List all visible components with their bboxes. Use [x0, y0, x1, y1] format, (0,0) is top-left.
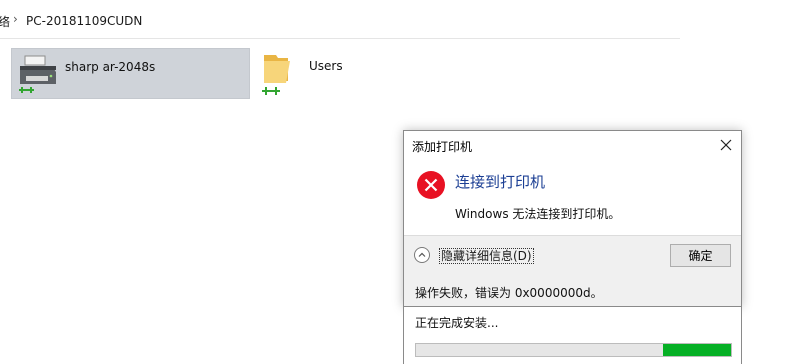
progress-bar: [415, 343, 732, 357]
error-detail-panel: 操作失败，错误为 0x0000000d。: [404, 276, 741, 306]
hide-details-label[interactable]: 隐藏详细信息(D): [439, 248, 534, 264]
network-item-printer[interactable]: sharp ar-2048s: [11, 48, 250, 99]
add-printer-dialog: 添加打印机 连接到打印机 Windows 无法连接到打印机。 隐藏详细信息(D)…: [403, 130, 742, 307]
network-item-users[interactable]: Users: [256, 48, 396, 99]
chevron-up-icon[interactable]: [414, 247, 430, 263]
printer-name: sharp ar-2048s: [65, 60, 156, 74]
address-bar[interactable]: 络 › PC-20181109CUDN: [0, 0, 680, 39]
install-progress-panel: 正在完成安装...: [403, 307, 742, 364]
printer-icon: [19, 55, 56, 93]
breadcrumb-chevron-icon[interactable]: ›: [13, 12, 18, 26]
dialog-message: Windows 无法连接到打印机。: [455, 207, 621, 221]
ok-button[interactable]: 确定: [670, 244, 731, 267]
install-status: 正在完成安装...: [415, 316, 499, 330]
shared-folder-icon: [262, 55, 290, 95]
folder-name: Users: [309, 59, 343, 73]
dialog-title: 添加打印机: [412, 140, 473, 154]
close-icon[interactable]: [715, 134, 737, 156]
dialog-button-bar: 隐藏详细信息(D) 确定: [404, 235, 741, 276]
breadcrumb-computer[interactable]: PC-20181109CUDN: [26, 14, 142, 28]
error-icon: [417, 171, 445, 199]
dialog-heading: 连接到打印机: [455, 173, 546, 191]
progress-fill: [663, 344, 731, 356]
error-detail-text: 操作失败，错误为 0x0000000d。: [415, 286, 603, 300]
breadcrumb-network[interactable]: 络: [0, 13, 10, 30]
